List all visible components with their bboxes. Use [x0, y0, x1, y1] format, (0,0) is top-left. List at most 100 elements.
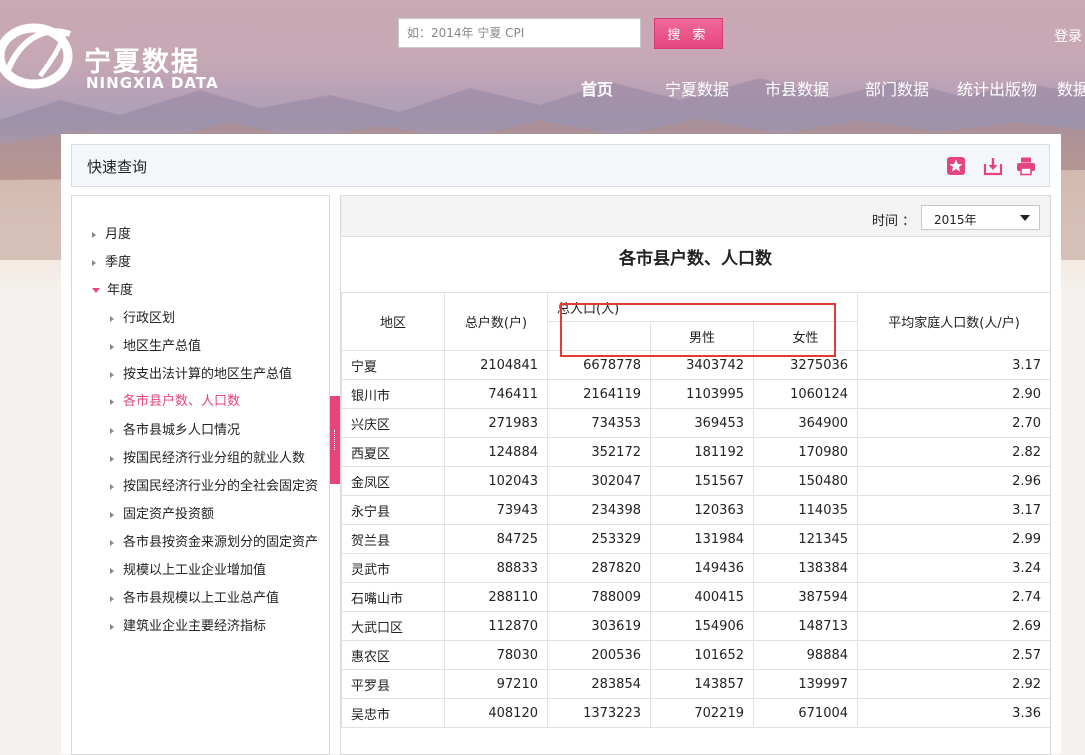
sidebar-item-label: 规模以上工业企业增加值	[123, 563, 267, 578]
cell-value: 2.96	[857, 466, 1050, 496]
sidebar-item-employment-by-industry[interactable]: 按国民经济行业分组的就业人数	[110, 447, 305, 466]
sidebar-item-annual[interactable]: 年度	[92, 279, 133, 298]
cell-value: 2.57	[857, 640, 1050, 670]
cell-region: 宁夏	[341, 350, 445, 380]
cell-value: 143857	[650, 669, 754, 699]
cell-value: 400415	[650, 582, 754, 612]
sidebar-item-label: 各市县户数、人口数	[123, 394, 241, 409]
caret-right-icon	[110, 371, 114, 378]
cell-region: 吴忠市	[341, 698, 445, 728]
sidebar-item-quarterly[interactable]: 季度	[92, 251, 131, 270]
sidebar-collapse-handle[interactable]	[330, 396, 340, 484]
cell-value: 154906	[650, 611, 754, 641]
cell-region: 灵武市	[341, 553, 445, 583]
table-row: 平罗县 97210 283854 143857 139997 2.92	[341, 669, 1050, 699]
caret-down-icon	[92, 288, 100, 293]
cell-value: 150480	[752, 466, 859, 496]
cell-value: 702219	[650, 698, 754, 728]
print-icon[interactable]	[1016, 156, 1036, 176]
sidebar-item-construction-indicators[interactable]: 建筑业企业主要经济指标	[110, 615, 266, 634]
sidebar-item-fixed-asset-investment[interactable]: 固定资产投资额	[110, 503, 214, 522]
cell-value: 121345	[752, 524, 859, 554]
cell-value: 1103995	[650, 379, 754, 409]
sidebar-item-fixed-asset-by-industry[interactable]: 按国民经济行业分的全社会固定资	[110, 475, 318, 494]
time-select[interactable]: 2015年	[921, 205, 1040, 230]
cell-value: 287820	[547, 553, 651, 583]
sidebar-item-label: 按支出法计算的地区生产总值	[123, 367, 293, 382]
sidebar-item-label: 建筑业企业主要经济指标	[123, 619, 267, 634]
nav-home[interactable]: 首页	[581, 76, 613, 100]
cell-value: 2.82	[857, 437, 1050, 467]
cell-region: 西夏区	[341, 437, 445, 467]
chevron-down-icon	[1020, 215, 1030, 221]
header-households: 总户数(户)	[444, 292, 548, 351]
sidebar-item-monthly[interactable]: 月度	[92, 223, 131, 242]
caret-right-icon	[110, 623, 114, 630]
caret-right-icon	[110, 398, 114, 405]
cell-value: 73943	[444, 495, 548, 525]
sidebar-item-households-population[interactable]: 各市县户数、人口数	[110, 390, 240, 409]
login-link[interactable]: 登录	[1054, 26, 1082, 46]
search-input[interactable]	[398, 18, 641, 48]
sidebar-item-admin-division[interactable]: 行政区划	[110, 307, 175, 326]
cell-value: 88833	[444, 553, 548, 583]
cell-region: 惠农区	[341, 640, 445, 670]
cell-value: 124884	[444, 437, 548, 467]
nav-department-data[interactable]: 部门数据	[865, 76, 929, 100]
sidebar-item-label: 按国民经济行业分组的就业人数	[123, 451, 306, 466]
table-row: 吴忠市 408120 1373223 702219 671004 3.36	[341, 698, 1050, 728]
star-icon[interactable]	[946, 156, 966, 176]
cell-value: 352172	[547, 437, 651, 467]
sidebar-item-label: 月度	[105, 227, 132, 242]
sidebar-item-fixed-asset-by-source[interactable]: 各市县按资金来源划分的固定资产	[110, 531, 318, 550]
header-female: 女性	[752, 321, 859, 351]
cell-value: 734353	[547, 408, 651, 438]
sidebar-item-label: 按国民经济行业分的全社会固定资	[123, 479, 319, 494]
quick-query-title: 快速查询	[87, 158, 148, 176]
cell-value: 2.69	[857, 611, 1050, 641]
cell-value: 253329	[547, 524, 651, 554]
sidebar-item-gdp-expenditure[interactable]: 按支出法计算的地区生产总值	[110, 363, 292, 382]
cell-region: 石嘴山市	[341, 582, 445, 612]
cell-value: 200536	[547, 640, 651, 670]
sidebar-item-label: 各市县城乡人口情况	[123, 423, 241, 438]
cell-value: 151567	[650, 466, 754, 496]
nav-city-county-data[interactable]: 市县数据	[765, 76, 829, 100]
sidebar-item-label: 季度	[105, 255, 132, 270]
cell-region: 兴庆区	[341, 408, 445, 438]
cell-value: 1060124	[752, 379, 859, 409]
sidebar-item-industry-output[interactable]: 各市县规模以上工业总产值	[110, 587, 279, 606]
nav-more-data[interactable]: 数据	[1057, 76, 1085, 100]
sidebar-item-label: 固定资产投资额	[123, 507, 215, 522]
cell-value: 3.17	[857, 350, 1050, 380]
table-row: 石嘴山市 288110 788009 400415 387594 2.74	[341, 582, 1050, 612]
table-row: 灵武市 88833 287820 149436 138384 3.24	[341, 553, 1050, 583]
main-nav: 首页 宁夏数据 市县数据 部门数据 统计出版物 数据	[0, 76, 1085, 100]
cell-region: 大武口区	[341, 611, 445, 641]
cell-value: 2104841	[444, 350, 548, 380]
cell-value: 234398	[547, 495, 651, 525]
cell-value: 2164119	[547, 379, 651, 409]
cell-value: 3275036	[752, 350, 859, 380]
cell-value: 387594	[752, 582, 859, 612]
table-row: 银川市 746411 2164119 1103995 1060124 2.90	[341, 379, 1050, 409]
cell-value: 84725	[444, 524, 548, 554]
search-button[interactable]: 搜 索	[654, 18, 723, 49]
download-icon[interactable]	[983, 156, 1003, 176]
cell-value: 98884	[752, 640, 859, 670]
header-avg-household-size: 平均家庭人口数(人/户)	[857, 292, 1050, 351]
cell-value: 139997	[752, 669, 859, 699]
sidebar-item-gdp[interactable]: 地区生产总值	[110, 335, 201, 354]
sidebar-item-urban-rural-population[interactable]: 各市县城乡人口情况	[110, 419, 240, 438]
table-header-row: 地区 总户数(户) 总人口(人) 平均家庭人口数(人/户)	[341, 292, 1050, 351]
cell-value: 1373223	[547, 698, 651, 728]
cell-value: 2.99	[857, 524, 1050, 554]
cell-value: 102043	[444, 466, 548, 496]
nav-ningxia-data[interactable]: 宁夏数据	[665, 76, 729, 100]
caret-right-icon	[92, 231, 96, 238]
time-filter-bar: 时间 ： 2015年	[341, 196, 1050, 237]
nav-publications[interactable]: 统计出版物	[957, 76, 1037, 100]
sidebar-item-industry-value-added[interactable]: 规模以上工业企业增加值	[110, 559, 266, 578]
table-row: 西夏区 124884 352172 181192 170980 2.82	[341, 437, 1050, 467]
cell-value: 2.70	[857, 408, 1050, 438]
